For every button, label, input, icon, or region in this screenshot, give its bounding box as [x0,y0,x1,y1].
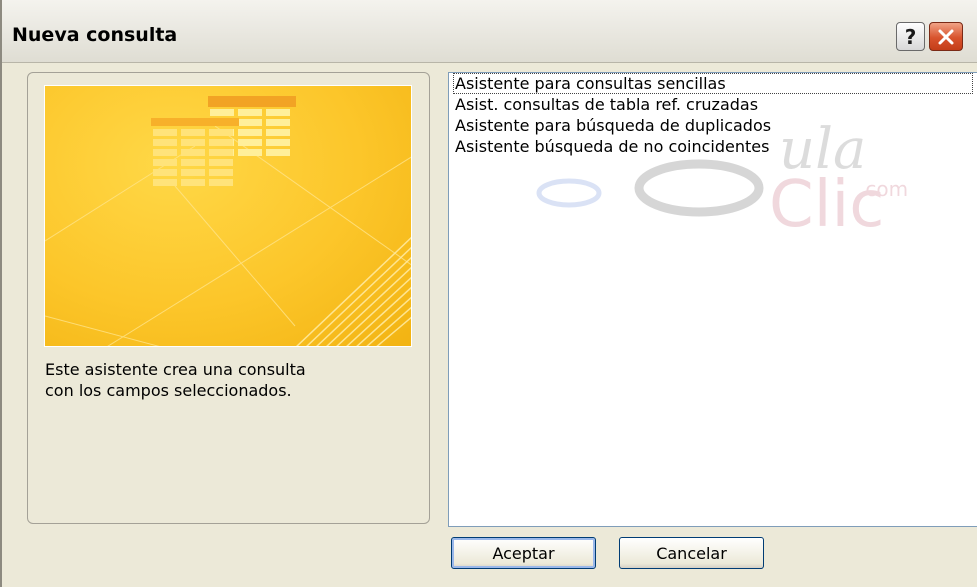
new-query-dialog: Nueva consulta ? Este asistente crea una… [0,0,977,587]
ok-button[interactable]: Aceptar [451,537,596,569]
close-button[interactable] [929,22,963,51]
watermark-bottom-text: Clic [769,168,884,228]
help-icon: ? [904,24,917,49]
cancel-button[interactable]: Cancelar [619,537,764,569]
list-item-simple-query[interactable]: Asistente para consultas sencillas [453,73,973,94]
close-icon [938,29,954,44]
list-item-find-unmatched[interactable]: Asistente búsqueda de no coincidentes [449,136,977,157]
list-item-find-duplicates[interactable]: Asistente para búsqueda de duplicados [449,115,977,136]
list-item-crosstab-query[interactable]: Asist. consultas de tabla ref. cruzadas [449,94,977,115]
query-wizard-illustration [44,85,412,347]
window-title: Nueva consulta [12,24,178,46]
wizard-description: Este asistente crea una consulta con los… [45,360,306,400]
help-button[interactable]: ? [896,22,925,51]
watermark-com-text: .com [859,177,908,201]
title-bar: Nueva consulta ? [2,0,977,63]
wizard-listbox[interactable]: Asistente para consultas sencillas Asist… [448,72,977,527]
